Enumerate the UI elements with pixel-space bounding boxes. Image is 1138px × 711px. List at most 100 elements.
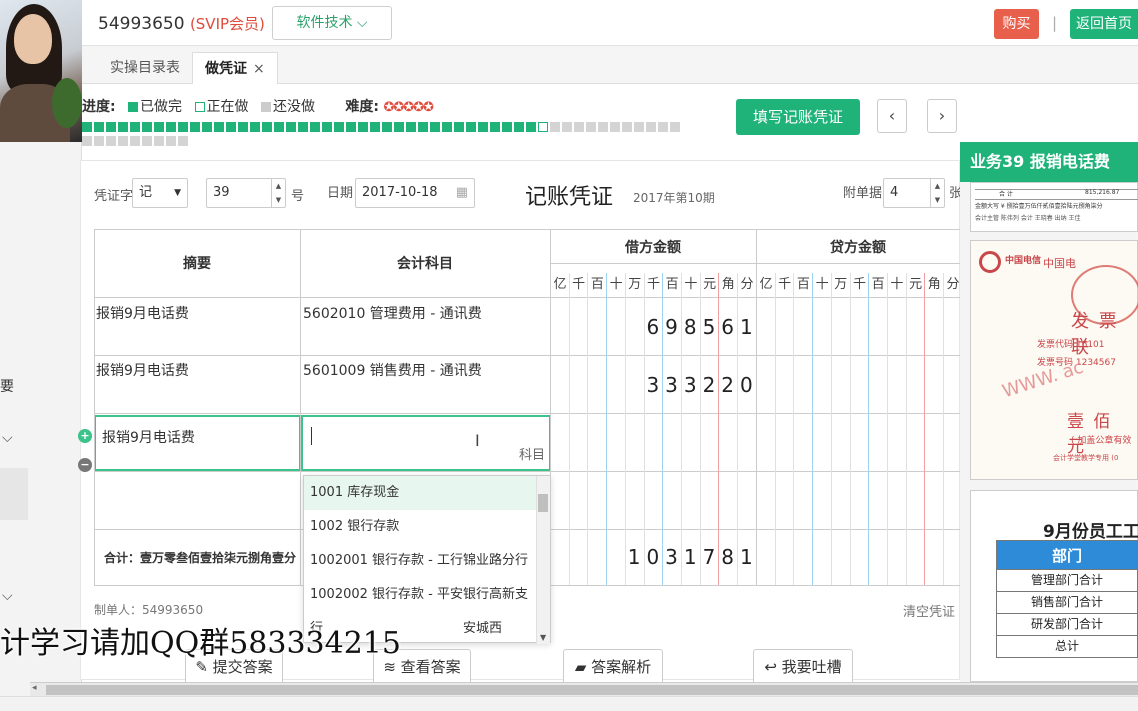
debit-digit: 2 (721, 373, 734, 397)
progress-cell (142, 136, 152, 146)
progress-cell (250, 122, 260, 132)
horizontal-scrollbar[interactable]: ◂ (30, 682, 1138, 696)
date-input[interactable]: 2017-10-18 ▦ (355, 178, 475, 208)
row-summary[interactable]: 报销9月电话费 (96, 360, 189, 380)
digit-header: 千 (778, 277, 792, 292)
progress-cell (238, 122, 248, 132)
digit-header: 百 (590, 277, 604, 292)
progress-cell (82, 122, 92, 132)
progress-cell (658, 122, 668, 132)
progress-cell (166, 122, 176, 132)
tab-catalog[interactable]: 实操目录表 (98, 52, 192, 84)
sidebar-selected-item[interactable] (0, 468, 28, 520)
home-button[interactable]: 返回首页 (1070, 9, 1138, 39)
account-option[interactable]: 1002 银行存款 (304, 510, 536, 544)
video-subtitle: 计学习请加QQ群583334215 (0, 626, 401, 661)
scroll-left-icon[interactable]: ◂ (32, 683, 37, 693)
progress-cell (262, 122, 272, 132)
close-icon[interactable]: × (253, 61, 265, 77)
progress-cell (334, 122, 344, 132)
fill-voucher-button[interactable]: 填写记账凭证 (736, 99, 860, 135)
debit-digit: 2 (702, 373, 716, 397)
business-panel: 业务39 报销电话费 合 计 815,216.87 金额大写 ¥ 捌拾壹万伍仟贰… (960, 142, 1138, 682)
voucher-number-input[interactable]: 39 ▲ ▼ (206, 178, 286, 208)
progress-cell (94, 122, 104, 132)
tab-make-voucher[interactable]: 做凭证 × (192, 52, 278, 84)
progress-cell (226, 122, 236, 132)
progress-cell (190, 122, 200, 132)
progress-cell (610, 122, 620, 132)
receipt-thumbnail[interactable]: 合 计 815,216.87 金额大写 ¥ 捌拾壹万伍仟贰佰壹拾陆元捌角柒分 会… (970, 182, 1138, 232)
buy-button[interactable]: 购买 (994, 9, 1039, 39)
add-row-icon[interactable]: + (78, 429, 92, 443)
progress-cell (406, 122, 416, 132)
row-account[interactable]: 5602010 管理费用 - 通讯费 (303, 303, 482, 323)
difficulty-stars: ✪✪✪✪✪ (383, 100, 433, 115)
top-bar: 54993650 (SVIP会员) 软件技术 ⌵ 购买 | 返回首页 (82, 0, 1138, 46)
row-summary[interactable]: 报销9月电话费 (96, 303, 189, 323)
clear-voucher-link[interactable]: 清空凭证 (903, 601, 955, 620)
digit-header: 十 (890, 277, 904, 292)
digit-header: 十 (684, 277, 698, 292)
invoice-thumbnail[interactable]: 中国电信 中国电 发 票 联 发票代码 16101 发票号码 1234567 W… (970, 240, 1138, 480)
account-hint: 科目 (518, 448, 545, 463)
digit-divider (943, 273, 944, 585)
calendar-icon[interactable]: ▦ (456, 179, 468, 207)
digit-header: 元 (909, 277, 923, 292)
todo-swatch (260, 102, 271, 112)
col-credit: 贷方金额 (830, 240, 886, 256)
progress-cell (346, 122, 356, 132)
progress-cell (118, 122, 128, 132)
next-button[interactable]: › (927, 99, 957, 133)
done-swatch (128, 102, 139, 112)
account-option[interactable]: 1002002 银行存款 - 平安银行高新支行 (304, 578, 536, 636)
header-divider (550, 263, 960, 264)
digit-header: 分 (740, 277, 754, 292)
account-input-active[interactable]: I 科目 (301, 415, 551, 471)
progress-cell (298, 122, 308, 132)
feedback-button[interactable]: ↩ 我要吐槽 (753, 649, 853, 685)
digit-divider (568, 273, 570, 585)
progress-cell (130, 136, 140, 146)
debit-digit: 8 (683, 315, 697, 339)
summary-input-active[interactable]: 报销9月电话费 (94, 415, 301, 471)
remove-row-icon[interactable]: − (78, 458, 92, 472)
row-account[interactable]: 5601009 销售费用 - 通讯费 (303, 360, 482, 380)
digit-divider (812, 273, 814, 585)
table-border (94, 229, 960, 230)
progress-cell (274, 122, 284, 132)
digit-header: 千 (646, 277, 660, 292)
chevron-down-icon[interactable]: ⌵ (2, 588, 13, 604)
answer-analysis-button[interactable]: ▰ 答案解析 (563, 649, 663, 685)
progress-cell (514, 122, 524, 132)
voucher-period: 2017年第10期 (633, 191, 715, 205)
digit-divider (924, 273, 926, 585)
dropdown-scrollbar[interactable]: ▼ (536, 476, 550, 644)
date-label: 日期 (327, 186, 354, 201)
col-summary: 摘要 (183, 256, 211, 272)
prev-button[interactable]: ‹ (877, 99, 907, 133)
progress-cell (526, 122, 536, 132)
progress-cell (622, 122, 632, 132)
attach-count-input[interactable]: 4 ▲ ▼ (883, 178, 945, 208)
business-title: 业务39 报销电话费 (960, 142, 1138, 182)
progress-cell (214, 122, 224, 132)
app-window: 要 ⌵ ⌵ 54993650 (SVIP会员) 软件技术 ⌵ 购买 | 返回首页… (0, 0, 1138, 711)
account-option[interactable]: 1001 库存现金 (304, 476, 536, 510)
debit-digit: 5 (702, 315, 716, 339)
progress-cell (466, 122, 476, 132)
digit-divider (905, 273, 907, 585)
digit-header: 元 (703, 277, 717, 292)
digit-header: 角 (721, 277, 735, 292)
total-digit: 1 (627, 545, 641, 569)
progress-cell (394, 122, 404, 132)
separator: | (1052, 14, 1058, 32)
chevron-down-icon[interactable]: ⌵ (2, 430, 13, 446)
status-bar (0, 696, 1138, 711)
digit-header: 十 (609, 277, 623, 292)
debit-digit: 1 (739, 315, 753, 339)
voucher-word-select[interactable]: 记 ▼ (132, 178, 188, 208)
account-option[interactable]: 1002001 银行存款 - 工行锦业路分行 (304, 544, 536, 578)
category-dropdown[interactable]: 软件技术 ⌵ (272, 6, 392, 40)
progress-cell (142, 122, 152, 132)
